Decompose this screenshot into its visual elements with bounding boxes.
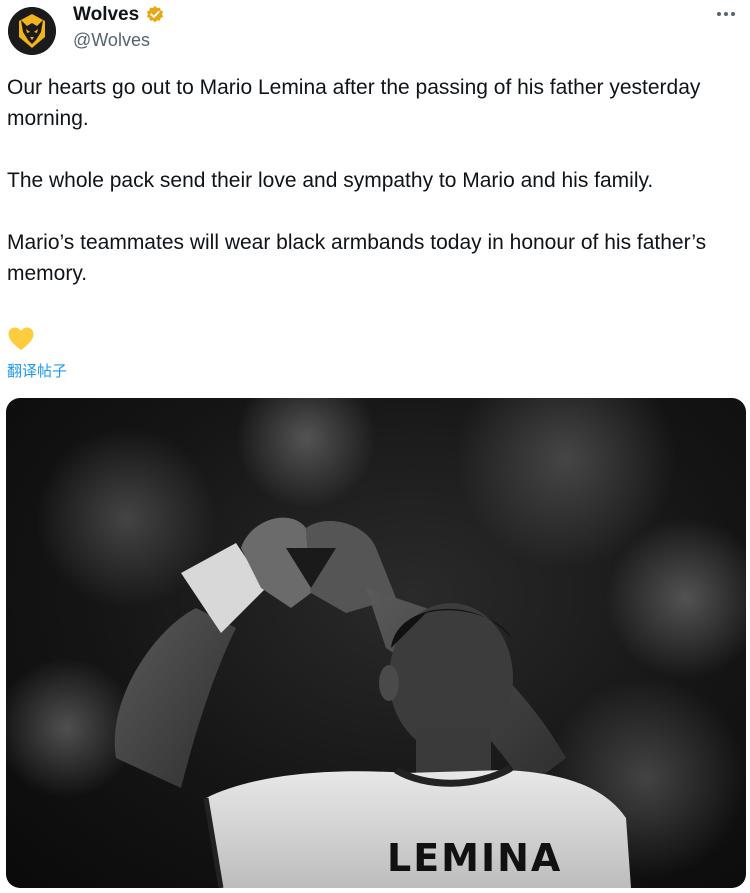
tweet-paragraph: The whole pack send their love and sympa… bbox=[7, 169, 654, 192]
player-heart-gesture-image bbox=[6, 398, 746, 888]
account-name-row: Wolves bbox=[73, 4, 165, 26]
account-handle[interactable]: @Wolves bbox=[73, 30, 150, 51]
account-display-name[interactable]: Wolves bbox=[73, 4, 139, 26]
tweet-paragraph: Our hearts go out to Mario Lemina after … bbox=[7, 76, 701, 130]
yellow-heart-icon bbox=[7, 325, 35, 353]
tweet-text: Our hearts go out to Mario Lemina after … bbox=[7, 72, 737, 289]
more-options-icon[interactable] bbox=[712, 4, 740, 24]
verified-badge-icon[interactable] bbox=[145, 5, 165, 25]
tweet-paragraph: Mario’s teammates will wear black armban… bbox=[7, 231, 707, 285]
tweet-card: Wolves @Wolves Our hearts go out to Mari… bbox=[0, 0, 750, 893]
wolves-crest-icon[interactable] bbox=[8, 7, 56, 55]
shirt-name-text: LEMINA bbox=[387, 836, 563, 880]
tweet-photo[interactable] bbox=[6, 398, 746, 888]
translate-post-link[interactable]: 翻译帖子 bbox=[7, 360, 67, 381]
